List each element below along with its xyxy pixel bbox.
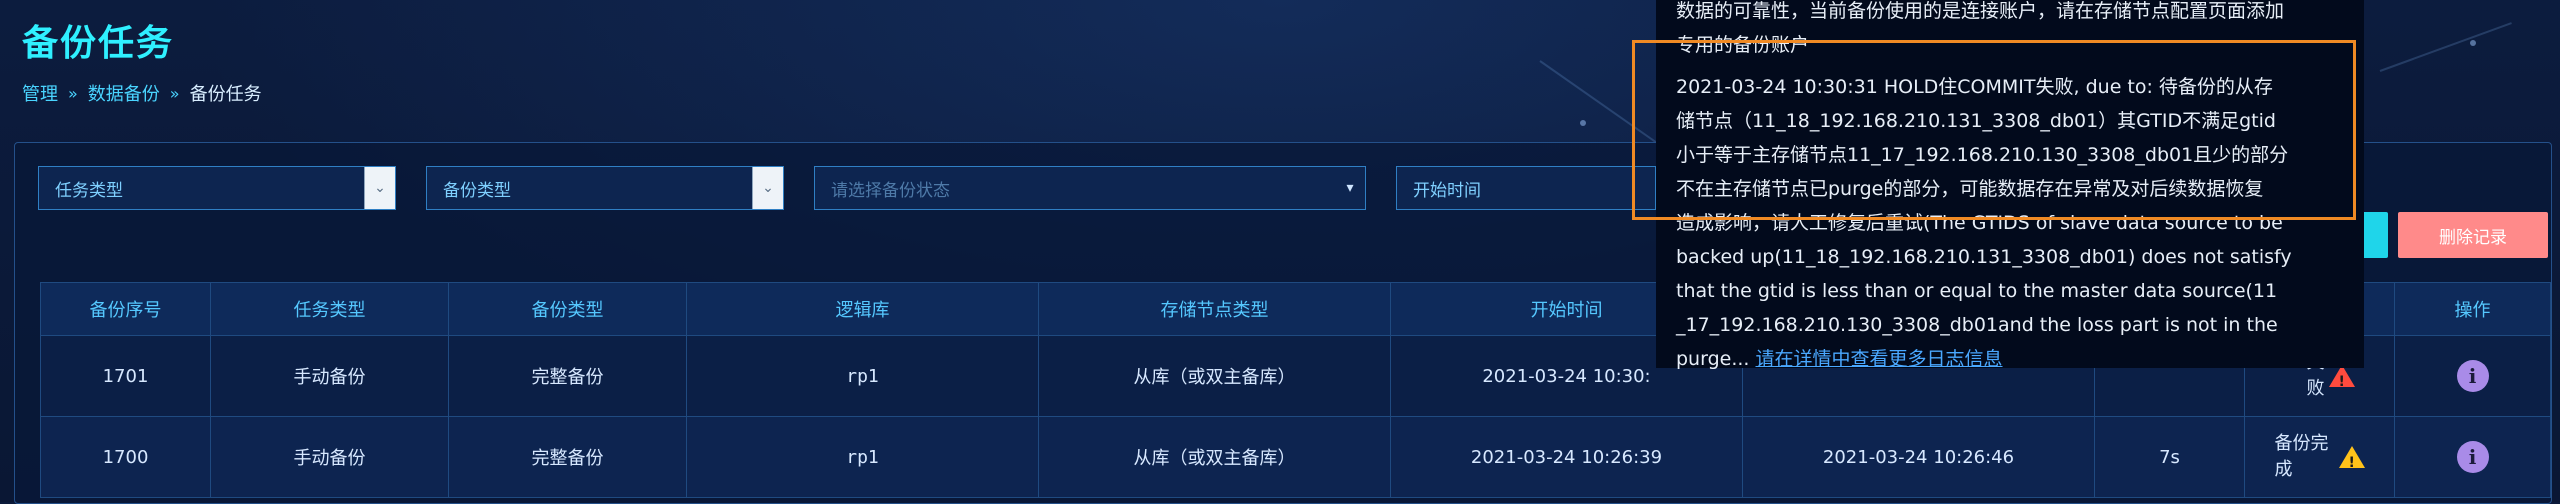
tooltip-line: backed up(11_18_192.168.210.131_3308_db0… bbox=[1676, 246, 2292, 268]
error-log-tooltip: 数据的可靠性，当前备份使用的是连接账户，请在存储节点配置页面添加 专用的备份账户… bbox=[1656, 0, 2364, 370]
decor-dot bbox=[1580, 120, 1586, 126]
page-title: 备份任务 bbox=[22, 23, 175, 64]
decor-dot bbox=[2470, 40, 2476, 46]
logic-db: rp1 bbox=[686, 335, 1039, 417]
info-icon[interactable]: i bbox=[2456, 441, 2489, 473]
tooltip-prev-line: 数据的可靠性，当前备份使用的是连接账户，请在存储节点配置页面添加 bbox=[1676, 0, 2285, 22]
logic-db: rp1 bbox=[686, 416, 1039, 498]
column-header[interactable]: 备份类型 bbox=[448, 282, 687, 336]
status-cell: 备份完 成 ! bbox=[2244, 416, 2395, 498]
tooltip-line: 2021-03-24 10:30:31 HOLD住COMMIT失败, due t… bbox=[1676, 76, 2273, 98]
column-header[interactable]: 逻辑库 bbox=[686, 282, 1039, 336]
backup-status-select[interactable]: 请选择备份状态 ▾ bbox=[814, 166, 1366, 210]
task-type: 手动备份 bbox=[210, 416, 449, 498]
tooltip-prev-line: 专用的备份账户 bbox=[1676, 34, 1810, 56]
breadcrumb-separator: » bbox=[68, 83, 78, 103]
backup-status-placeholder: 请选择备份状态 bbox=[831, 180, 950, 201]
status-text: 备份完 成 bbox=[2274, 433, 2329, 480]
tooltip-truncated-text: purge... bbox=[1676, 348, 1756, 370]
start-time: 2021-03-24 10:26:39 bbox=[1390, 416, 1743, 498]
action-cell: i bbox=[2394, 335, 2551, 417]
backup-id: 1700 bbox=[40, 416, 211, 498]
task-type: 手动备份 bbox=[210, 335, 449, 417]
caret-down-icon: ▾ bbox=[1346, 180, 1354, 196]
column-header[interactable]: 存储节点类型 bbox=[1038, 282, 1391, 336]
delete-record-button[interactable]: 删除记录 bbox=[2398, 212, 2548, 258]
column-header: 操作 bbox=[2394, 282, 2551, 336]
breadcrumb-separator: » bbox=[169, 83, 180, 103]
end-time: 2021-03-24 10:26:46 bbox=[1742, 416, 2095, 498]
node-type: 从库（或双主备库） bbox=[1038, 416, 1391, 498]
breadcrumb: 管理 » 数据备份 » 备份任务 bbox=[22, 80, 262, 106]
tooltip-line: _17_192.168.210.130_3308_db01and the los… bbox=[1676, 314, 2278, 336]
view-more-log-link[interactable]: 请在详情中查看更多日志信息 bbox=[1756, 348, 2003, 370]
table-row: 1700 手动备份 完整备份 rp1 从库（或双主备库） 2021-03-24 … bbox=[40, 416, 2551, 498]
warning-icon: ! bbox=[2338, 446, 2365, 471]
tooltip-line: 小于等于主存储节点11_17_192.168.210.130_3308_db01… bbox=[1676, 144, 2289, 166]
start-time-label: 开始时间 bbox=[1413, 180, 1481, 201]
breadcrumb-item-data-backup[interactable]: 数据备份 bbox=[88, 80, 160, 106]
backup-type: 完整备份 bbox=[448, 416, 687, 498]
breadcrumb-item-current: 备份任务 bbox=[189, 84, 262, 105]
task-type-select[interactable]: 任务类型 ⌄ bbox=[38, 166, 396, 210]
start-time-picker[interactable]: 开始时间 bbox=[1396, 166, 1656, 210]
tooltip-line: 造成影响，请人工修复后重试(The GTIDS of slave data so… bbox=[1676, 212, 2283, 234]
tooltip-last-line: purge... 请在详情中查看更多日志信息 bbox=[1676, 342, 2344, 376]
backup-type-select-label: 备份类型 bbox=[443, 180, 511, 201]
backup-id: 1701 bbox=[40, 335, 211, 417]
tooltip-line: 储节点（11_18_192.168.210.131_3308_db01）其GTI… bbox=[1676, 110, 2276, 132]
chevron-down-icon: ⌄ bbox=[752, 167, 783, 209]
chevron-down-icon: ⌄ bbox=[364, 167, 395, 209]
action-cell: i bbox=[2394, 416, 2551, 498]
breadcrumb-item-manage[interactable]: 管理 bbox=[22, 80, 58, 106]
duration: 7s bbox=[2094, 416, 2245, 498]
backup-type: 完整备份 bbox=[448, 335, 687, 417]
column-header[interactable]: 任务类型 bbox=[210, 282, 449, 336]
tooltip-line: 不在主存储节点已purge的部分，可能数据存在异常及对后续数据恢复 bbox=[1676, 178, 2264, 200]
node-type: 从库（或双主备库） bbox=[1038, 335, 1391, 417]
backup-type-select[interactable]: 备份类型 ⌄ bbox=[426, 166, 784, 210]
task-type-select-label: 任务类型 bbox=[55, 180, 123, 201]
tooltip-line: that the gtid is less than or equal to t… bbox=[1676, 280, 2278, 302]
column-header[interactable]: 备份序号 bbox=[40, 282, 211, 336]
info-icon[interactable]: i bbox=[2456, 360, 2489, 392]
